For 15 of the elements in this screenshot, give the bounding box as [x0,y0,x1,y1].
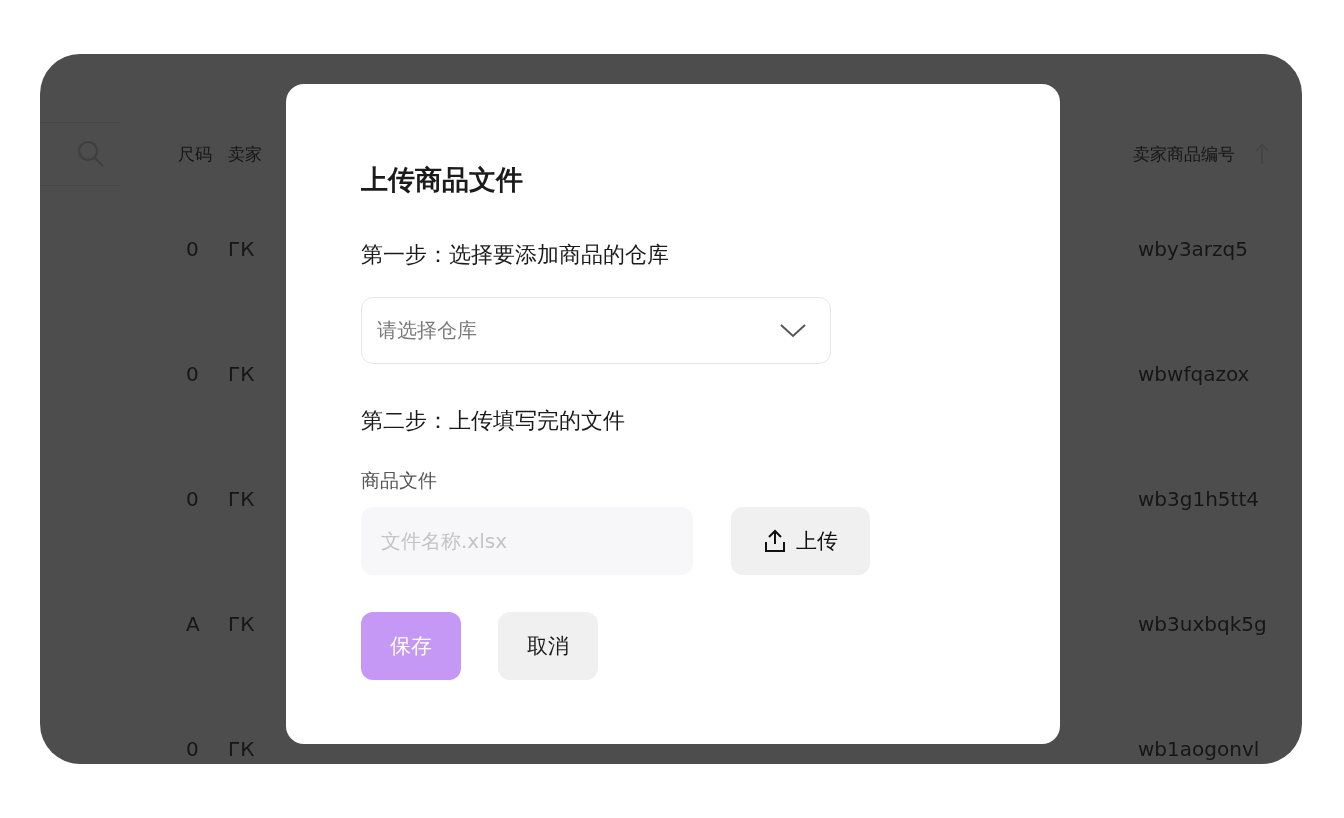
table-cell: wb3g1h5tt4 [1138,486,1259,511]
dialog-title: 上传商品文件 [361,163,524,197]
table-cell: wb3uxbqk5g [1138,611,1267,636]
step-label: 第一步：选择要添加商品的仓库 [361,241,670,269]
field-label: 商品文件 [361,468,438,493]
warehouse-select[interactable]: 请选择仓库 [361,297,831,364]
upload-button[interactable]: 上传 [731,507,870,575]
table-cell: A [186,611,200,636]
upload-icon [763,529,786,553]
table-cell: wbwfqazox [1138,361,1250,386]
table-cell: wby3arzq5 [1138,236,1248,261]
cancel-button[interactable]: 取消 [498,612,598,680]
table-cell: wb1aogonvl [1138,736,1260,761]
chevron-down-icon [780,323,806,338]
step-label: 第二步：上传填写完的文件 [361,407,626,435]
